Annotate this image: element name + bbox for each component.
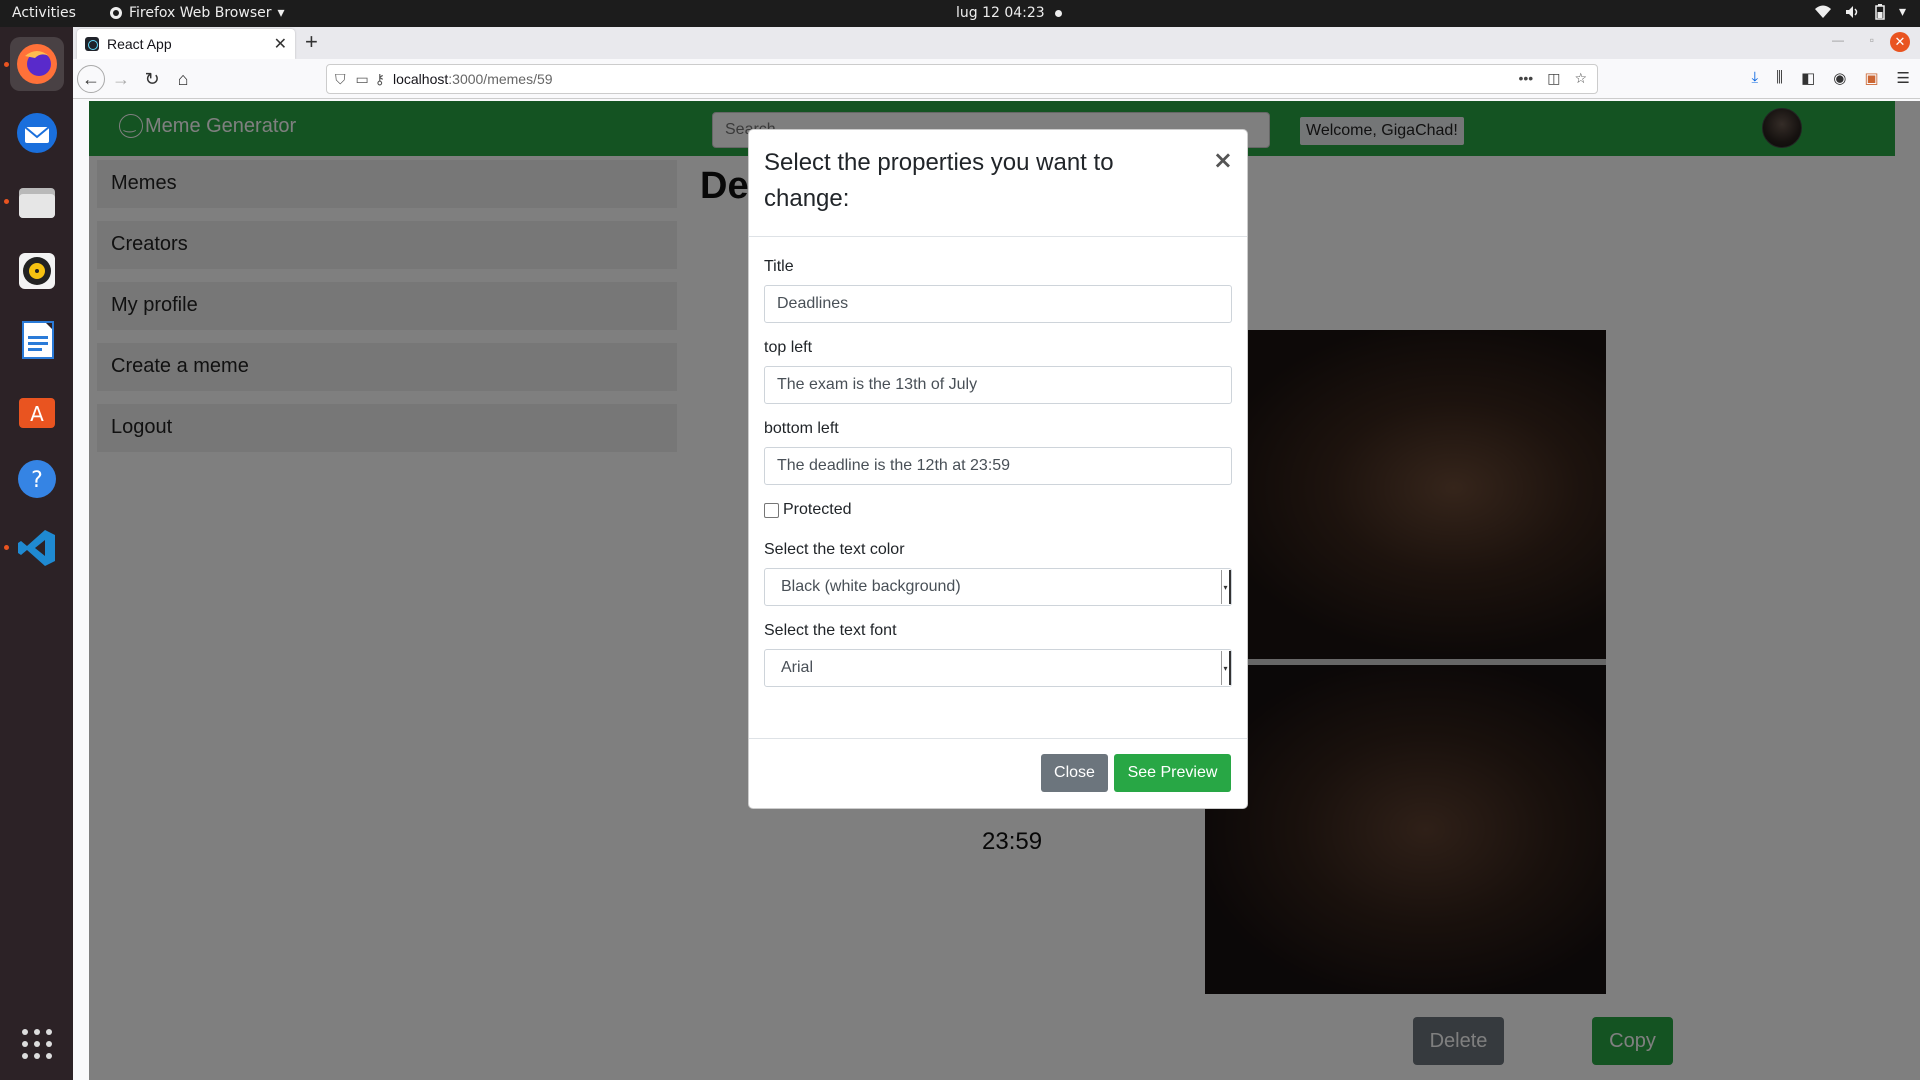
modal-title: Select the properties you want to change… bbox=[764, 149, 1114, 212]
notification-dot-icon bbox=[1054, 9, 1062, 17]
vscode-icon[interactable] bbox=[10, 521, 64, 575]
top-left-label: top left bbox=[764, 339, 813, 356]
bottom-left-input[interactable]: The deadline is the 12th at 23:59 bbox=[764, 447, 1232, 485]
close-button[interactable]: Close bbox=[1041, 754, 1108, 792]
reload-icon[interactable]: ↻ bbox=[138, 65, 166, 93]
svg-text:A: A bbox=[30, 402, 44, 426]
running-indicator bbox=[4, 62, 9, 67]
tab-strip: React App ✕ + — ▫ ✕ bbox=[73, 27, 1920, 59]
modal-body: Title Deadlines top left The exam is the… bbox=[749, 237, 1247, 687]
select-arrow-icon: ▾ bbox=[1221, 651, 1231, 685]
protected-label: Protected bbox=[783, 501, 852, 518]
tab-title: React App bbox=[107, 36, 172, 52]
protected-check[interactable]: Protected bbox=[764, 501, 1232, 519]
account-icon[interactable]: ◉ bbox=[1833, 69, 1846, 87]
shield-icon[interactable]: ⛉ bbox=[335, 71, 346, 88]
page-content: Meme Generator Welcome, GigaChad! Memes … bbox=[89, 101, 1920, 1080]
minimize-icon[interactable]: — bbox=[1832, 33, 1844, 47]
app-center-icon[interactable]: A bbox=[10, 383, 64, 437]
page-icon: ▭ bbox=[355, 70, 369, 87]
modal-header: Select the properties you want to change… bbox=[749, 130, 1247, 237]
downloads-icon[interactable]: ⤓ bbox=[1752, 69, 1759, 87]
app-menu[interactable]: Firefox Web Browser ▾ bbox=[109, 5, 285, 21]
firefox-small-icon bbox=[110, 7, 122, 19]
title-input[interactable]: Deadlines bbox=[764, 285, 1232, 323]
rhythmbox-icon[interactable] bbox=[10, 244, 64, 298]
title-label: Title bbox=[764, 258, 794, 275]
library-icon[interactable]: ⫼ bbox=[1776, 69, 1783, 87]
tab-close-icon[interactable]: ✕ bbox=[274, 34, 287, 54]
top-left-input[interactable]: The exam is the 13th of July bbox=[764, 366, 1232, 404]
react-favicon-icon bbox=[85, 37, 99, 51]
modal-close-icon[interactable]: × bbox=[1213, 146, 1233, 174]
bookmark-star-icon[interactable]: ☆ bbox=[1574, 70, 1587, 87]
volume-icon bbox=[1845, 6, 1858, 18]
wifi-icon bbox=[1814, 5, 1831, 18]
datetime-label: lug 12 04:23 bbox=[956, 5, 1045, 21]
menu-icon[interactable]: ☰ bbox=[1897, 69, 1910, 87]
sidebar-icon[interactable]: ◧ bbox=[1801, 69, 1815, 87]
chevron-down-icon: ▾ bbox=[277, 5, 285, 21]
text-font-select[interactable]: Arial ▾ bbox=[764, 649, 1232, 687]
running-indicator bbox=[4, 545, 9, 550]
url-host: localhost bbox=[393, 71, 449, 87]
dock: A ? bbox=[0, 27, 73, 1080]
thunderbird-icon[interactable] bbox=[10, 106, 64, 160]
svg-text:?: ? bbox=[31, 468, 43, 493]
maximize-icon[interactable]: ▫ bbox=[1870, 33, 1874, 47]
extension-icon[interactable]: ▣ bbox=[1864, 69, 1878, 87]
pocket-icon[interactable]: ◫ bbox=[1547, 70, 1560, 87]
navigation-toolbar: ← → ↻ ⌂ ⛉ ▭ ⚷ localhost:3000/memes/59 ••… bbox=[73, 59, 1920, 99]
home-icon[interactable]: ⌂ bbox=[169, 65, 197, 93]
forward-icon[interactable]: → bbox=[107, 65, 135, 93]
edit-properties-modal: Select the properties you want to change… bbox=[748, 129, 1248, 809]
help-icon[interactable]: ? bbox=[10, 452, 64, 506]
activities-button[interactable]: Activities bbox=[12, 5, 76, 21]
gnome-top-bar: Activities Firefox Web Browser ▾ lug 12 … bbox=[0, 0, 1920, 27]
bottom-left-label: bottom left bbox=[764, 420, 839, 437]
text-color-label: Select the text color bbox=[764, 541, 905, 558]
clock[interactable]: lug 12 04:23 bbox=[956, 5, 1062, 21]
select-arrow-icon: ▾ bbox=[1221, 570, 1231, 604]
tab-react-app[interactable]: React App ✕ bbox=[77, 29, 295, 59]
firefox-window: React App ✕ + — ▫ ✕ ← → ↻ ⌂ ⛉ ▭ ⚷ localh… bbox=[73, 27, 1920, 1080]
key-icon[interactable]: ⚷ bbox=[375, 71, 385, 88]
protected-checkbox[interactable] bbox=[764, 502, 779, 518]
app-menu-label: Firefox Web Browser bbox=[129, 5, 272, 21]
url-path: :3000/memes/59 bbox=[448, 71, 553, 87]
system-tray[interactable]: ▾ bbox=[1814, 4, 1906, 20]
writer-icon[interactable] bbox=[10, 313, 64, 367]
see-preview-button[interactable]: See Preview bbox=[1114, 754, 1231, 792]
text-font-value: Arial bbox=[781, 659, 814, 676]
text-color-value: Black (white background) bbox=[781, 578, 961, 595]
url-bar[interactable]: ⛉ ▭ ⚷ localhost:3000/memes/59 ••• ◫ ☆ bbox=[326, 64, 1598, 94]
running-indicator bbox=[4, 199, 9, 204]
new-tab-icon[interactable]: + bbox=[305, 31, 318, 53]
text-color-select[interactable]: Black (white background) ▾ bbox=[764, 568, 1232, 606]
battery-icon bbox=[1875, 4, 1885, 20]
system-menu-chevron-icon: ▾ bbox=[1898, 4, 1906, 20]
back-icon[interactable]: ← bbox=[77, 65, 105, 93]
page-actions-icon[interactable]: ••• bbox=[1518, 70, 1533, 87]
window-close-icon[interactable]: ✕ bbox=[1890, 32, 1910, 52]
firefox-icon[interactable] bbox=[10, 37, 64, 91]
modal-footer: Close See Preview bbox=[749, 738, 1247, 808]
files-icon[interactable] bbox=[10, 175, 64, 229]
text-font-label: Select the text font bbox=[764, 622, 897, 639]
show-apps-icon[interactable] bbox=[10, 1017, 64, 1071]
